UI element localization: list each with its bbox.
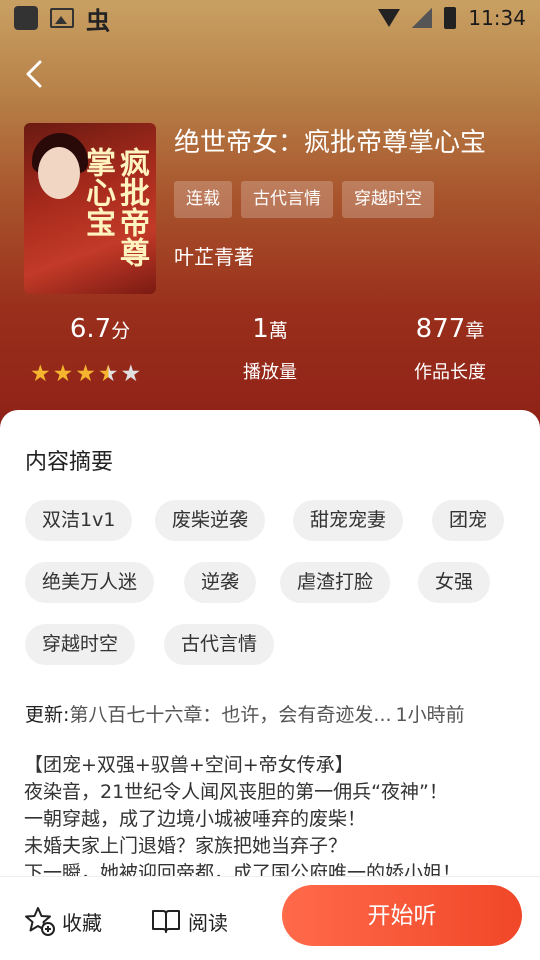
plays-stat: 1萬 播放量 [220, 314, 320, 384]
keyword-chip[interactable]: 双洁1v1 [25, 500, 133, 541]
empty-star-icon: ★ [120, 361, 142, 387]
read-label: 阅读 [188, 910, 228, 935]
length-unit: 章 [465, 320, 485, 342]
bottom-action-bar: 收藏 阅读 开始听 [0, 876, 540, 960]
summary-title: 内容摘要 [25, 450, 114, 475]
length-stat: 877章 作品长度 [400, 314, 500, 384]
score-stat: 6.7分 [60, 314, 140, 344]
score-value: 6.7 [69, 314, 112, 344]
back-button[interactable] [20, 58, 52, 90]
summary-sheet: 内容摘要 双洁1v1 废柴逆袭 甜宠宠妻 团宠 绝美万人迷 逆袭 虐渣打脸 女强… [0, 410, 540, 880]
keyword-chip[interactable]: 古代言情 [164, 624, 275, 665]
keyword-chip[interactable]: 穿越时空 [25, 624, 136, 665]
keyword-chip[interactable]: 甜宠宠妻 [293, 500, 404, 541]
notification-icon [14, 6, 38, 30]
favorite-button[interactable]: 收藏 [24, 905, 102, 937]
latest-update[interactable]: 更新:第八百七十六章：也许，会有奇迹发... 1小時前 [25, 700, 465, 727]
keyword-chip[interactable]: 废柴逆袭 [155, 500, 266, 541]
cover-title: 疯批帝尊掌心宝 [80, 147, 149, 267]
keyword-chip[interactable]: 团宠 [432, 500, 505, 541]
book-tags: 连载 古代言情 穿越时空 [174, 181, 434, 218]
favorite-label: 收藏 [62, 910, 102, 935]
tag-status[interactable]: 连载 [174, 181, 232, 218]
clock: 11:34 [468, 6, 526, 30]
star-plus-icon [25, 907, 55, 936]
keyword-chip[interactable]: 绝美万人迷 [25, 562, 155, 603]
start-listening-button[interactable]: 开始听 [282, 885, 522, 946]
score-unit: 分 [111, 320, 131, 342]
update-label: 更新: [25, 704, 70, 726]
status-bar: 虫 11:34 [0, 0, 540, 36]
keyword-chip[interactable]: 虐渣打脸 [280, 562, 391, 603]
tag-genre[interactable]: 古代言情 [241, 181, 333, 218]
update-time: 1小時前 [395, 704, 465, 726]
star-icon: ★ [52, 361, 74, 387]
battery-icon [444, 7, 457, 29]
book-cover[interactable]: 疯批帝尊掌心宝 [24, 123, 156, 294]
length-value: 877 [415, 314, 466, 344]
book-author[interactable]: 叶芷青著 [174, 241, 254, 270]
book-icon [152, 910, 180, 933]
image-notification-icon [50, 8, 74, 28]
app-notification-icon: 虫 [86, 6, 110, 35]
keyword-chip[interactable]: 逆袭 [184, 562, 257, 603]
keyword-chip[interactable]: 女强 [418, 562, 491, 603]
book-description: 【团宠+双强+驭兽+空间+帝女传承】 夜染音，21世纪令人闻风丧胆的第一佣兵“夜… [24, 754, 462, 880]
rating-stars: ★ ★ ★ ★ ★ [30, 362, 141, 386]
half-star-icon: ★ [97, 361, 119, 387]
tag-theme[interactable]: 穿越时空 [342, 181, 434, 218]
chevron-left-icon [26, 60, 42, 88]
plays-value: 1 [252, 314, 269, 344]
plays-label: 播放量 [243, 362, 297, 383]
wifi-icon [378, 9, 401, 27]
length-label: 作品长度 [414, 362, 486, 383]
star-icon: ★ [75, 361, 96, 387]
star-icon: ★ [30, 361, 51, 387]
read-button[interactable]: 阅读 [150, 905, 228, 937]
update-chapter: 第八百七十六章：也许，会有奇迹发... [69, 704, 392, 726]
plays-unit: 萬 [268, 320, 288, 342]
book-title: 绝世帝女：疯批帝尊掌心宝 [174, 128, 487, 158]
signal-icon [412, 8, 433, 28]
